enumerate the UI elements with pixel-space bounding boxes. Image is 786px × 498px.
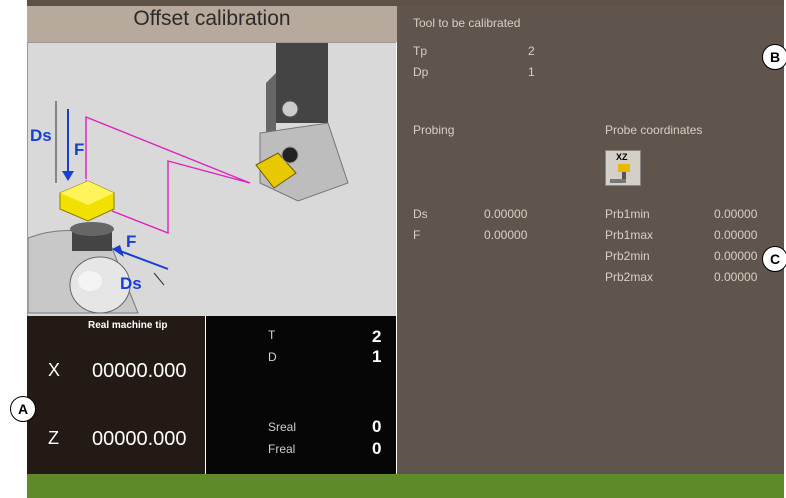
diagram-svg: Ds F F Ds	[28, 43, 349, 314]
prb1min-value[interactable]: 0.00000	[714, 207, 757, 221]
prb2max-label: Prb2max	[605, 270, 654, 284]
callout-c: C	[762, 246, 786, 272]
return-path	[111, 160, 251, 235]
freal-value: 0	[372, 439, 382, 458]
t-value: 2	[372, 327, 382, 346]
footer-bar	[27, 474, 784, 498]
dash-horizontal	[111, 210, 169, 234]
f-label: F	[413, 228, 421, 242]
ds-value[interactable]: 0.00000	[484, 207, 527, 221]
z-axis-label: Z	[48, 428, 59, 448]
prb1max-value[interactable]: 0.00000	[714, 228, 757, 242]
callout-b: B	[762, 44, 786, 70]
insert-screw	[281, 146, 299, 164]
freal-label: Freal	[268, 442, 296, 456]
x-axis-value: 00000.000	[92, 360, 187, 382]
probing-heading: Probing	[413, 123, 455, 137]
tp-label: Tp	[413, 44, 428, 58]
x-axis-label: X	[48, 360, 61, 380]
dp-label: Dp	[413, 65, 429, 79]
sreal-value: 0	[372, 417, 382, 436]
prb2min-value[interactable]: 0.00000	[714, 249, 757, 263]
chuck-highlight	[78, 271, 102, 291]
arrow-f-horizontal	[119, 250, 169, 270]
sreal-label: Sreal	[268, 420, 297, 434]
arrow-f-vertical-head	[62, 171, 74, 181]
f-value[interactable]: 0.00000	[484, 228, 527, 242]
callout-a: A	[10, 396, 36, 422]
dim-ds-horizontal	[153, 272, 165, 286]
holder-screw	[281, 100, 299, 118]
prb1max-label: Prb1max	[605, 228, 654, 242]
prb2max-value[interactable]: 0.00000	[714, 270, 757, 284]
probe-coordinates-heading: Probe coordinates	[605, 123, 703, 137]
t-label: T	[268, 328, 276, 342]
label-ds-bottom: Ds	[120, 274, 142, 293]
calibration-diagram: Ds F F Ds	[27, 42, 396, 316]
prb2min-label: Prb2min	[605, 249, 650, 263]
d-value: 1	[372, 347, 382, 366]
probe-xz-icon[interactable]: XZ	[605, 150, 641, 186]
d-label: D	[268, 350, 277, 364]
label-f-bottom: F	[126, 232, 136, 251]
tool-status-panel	[206, 316, 396, 474]
tool-section-heading: Tool to be calibrated	[413, 16, 521, 30]
page-title: Offset calibration	[133, 7, 291, 30]
prb1min-label: Prb1min	[605, 207, 650, 221]
tp-value[interactable]: 2	[528, 44, 535, 58]
probe-icon-graphic	[610, 164, 630, 183]
probe-stem-top	[70, 222, 114, 236]
label-ds-top: Ds	[30, 126, 52, 145]
probe-icon-tip	[618, 164, 630, 172]
label-f-top: F	[74, 140, 84, 159]
dp-value[interactable]: 1	[528, 65, 535, 79]
probe-icon-stem	[622, 172, 626, 179]
probe-icon-base	[610, 179, 626, 183]
real-machine-tip-heading: Real machine tip	[88, 320, 168, 331]
ds-label: Ds	[413, 207, 428, 221]
z-axis-value: 00000.000	[92, 428, 187, 450]
